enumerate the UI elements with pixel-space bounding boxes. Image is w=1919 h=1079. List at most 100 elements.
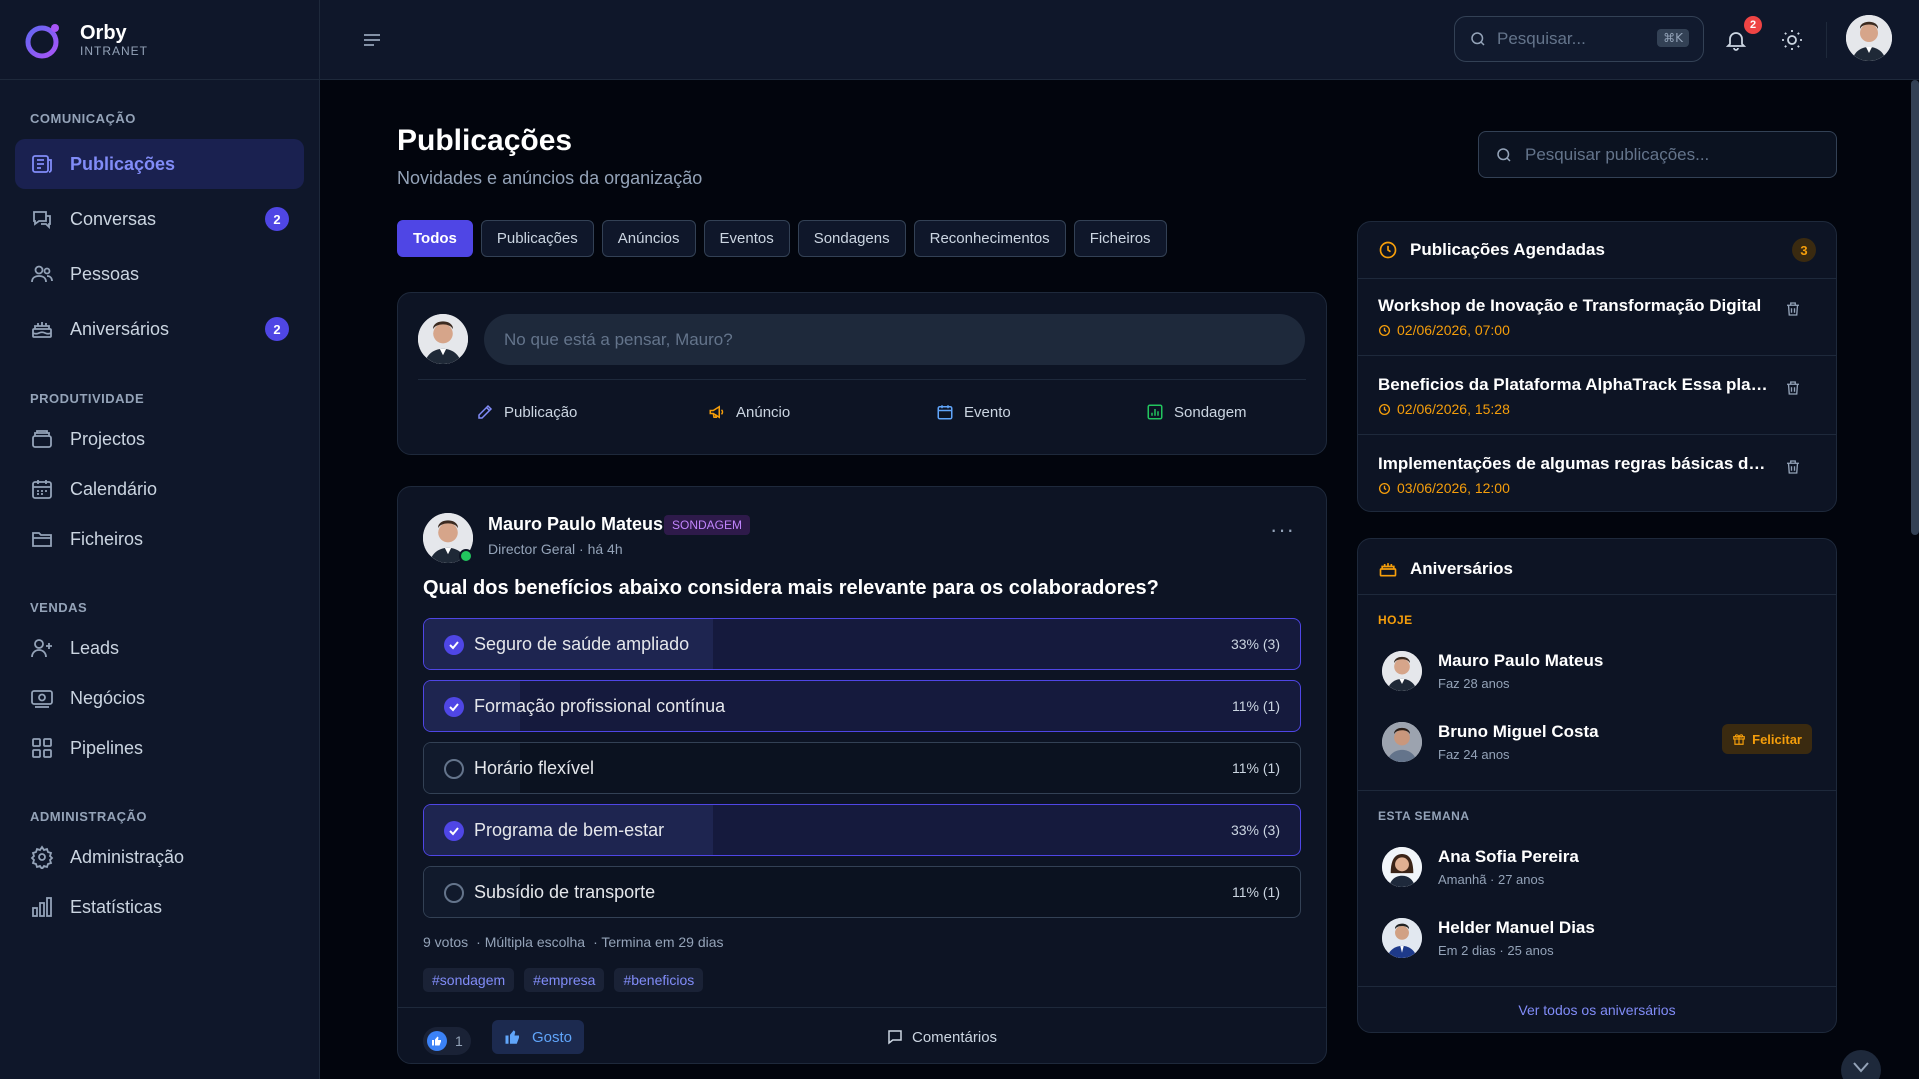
comments-button[interactable]: Comentários xyxy=(886,1028,997,1046)
poll-option[interactable]: Programa de bem-estar 33% (3) xyxy=(423,804,1301,856)
nav-section-produtividade: PRODUTIVIDADE xyxy=(30,391,145,406)
scheduled-item[interactable]: Implementações de algumas regras básicas… xyxy=(1378,454,1818,496)
person-meta: Faz 28 anos xyxy=(1438,676,1510,691)
hashtag[interactable]: #empresa xyxy=(524,968,605,992)
compose-publicacao-button[interactable]: Publicação xyxy=(476,403,577,421)
search-shortcut: ⌘K xyxy=(1657,29,1689,47)
hashtag[interactable]: #sondagem xyxy=(423,968,515,992)
sidebar-item-label: Publicações xyxy=(70,153,176,174)
comment-icon xyxy=(886,1028,904,1046)
avatar xyxy=(1382,651,1422,691)
check-icon xyxy=(444,697,464,717)
brand-subtitle: INTRANET xyxy=(80,43,148,58)
tab-publicacoes[interactable]: Publicações xyxy=(480,220,594,257)
sidebar-item-calendario[interactable]: Calendário xyxy=(15,464,304,514)
compose-evento-label: Evento xyxy=(964,403,1011,421)
birthday-person[interactable]: Helder Manuel Dias Em 2 dias · 25 anos xyxy=(1382,918,1812,962)
divider xyxy=(1358,986,1836,987)
post-author-name[interactable]: Mauro Paulo Mateus xyxy=(488,514,663,535)
birthday-person[interactable]: Bruno Miguel Costa Faz 24 anos Felicitar xyxy=(1382,722,1812,766)
users-icon xyxy=(30,262,54,286)
scheduled-item-date-text: 02/06/2026, 07:00 xyxy=(1397,322,1510,338)
tab-reconhecimentos[interactable]: Reconhecimentos xyxy=(913,220,1066,257)
scheduled-item[interactable]: Beneficios da Plataforma AlphaTrack Essa… xyxy=(1378,375,1818,417)
compose-anuncio-label: Anúncio xyxy=(736,403,791,421)
global-search-input[interactable] xyxy=(1497,29,1647,49)
poll-icon xyxy=(1146,403,1164,421)
sidebar-item-label: Conversas xyxy=(70,208,157,229)
hashtag[interactable]: #beneficios xyxy=(614,968,704,992)
chevron-down-icon[interactable] xyxy=(1841,1050,1881,1079)
compose-anuncio-button[interactable]: Anúncio xyxy=(708,403,790,421)
like-button[interactable]: Gosto xyxy=(492,1020,585,1054)
tab-sondagens[interactable]: Sondagens xyxy=(797,220,906,257)
birthdays-week-label: ESTA SEMANA xyxy=(1378,809,1470,823)
sidebar-item-label: Pipelines xyxy=(70,737,144,758)
sidebar-item-label: Administração xyxy=(70,846,185,867)
birthday-person[interactable]: Mauro Paulo Mateus Faz 28 anos xyxy=(1382,651,1812,695)
divider xyxy=(1358,434,1836,435)
thumbs-up-icon xyxy=(504,1028,522,1046)
see-all-birthdays-link[interactable]: Ver todos os aniversários xyxy=(1358,1002,1836,1018)
post-author-avatar[interactable] xyxy=(423,513,473,563)
person-name: Helder Manuel Dias xyxy=(1438,918,1595,937)
sidebar-item-administracao[interactable]: Administração xyxy=(15,832,304,882)
poll-option[interactable]: Horário flexível 11% (1) xyxy=(423,742,1301,794)
poll-option[interactable]: Formação profissional contínua 11% (1) xyxy=(423,680,1301,732)
check-icon xyxy=(444,821,464,841)
poll-votes: 9 votos xyxy=(423,934,469,950)
poll-option-result: 33% (3) xyxy=(1230,636,1280,652)
thumbs-up-icon xyxy=(427,1031,447,1051)
page-scrollbar[interactable] xyxy=(1911,80,1919,535)
sidebar-item-label: Negócios xyxy=(70,687,146,708)
sun-icon[interactable] xyxy=(1780,28,1804,52)
reaction-summary[interactable]: 1 xyxy=(423,1027,471,1055)
trash-icon[interactable] xyxy=(1784,300,1802,318)
sidebar-item-negocios[interactable]: Negócios xyxy=(15,673,304,723)
publications-search[interactable] xyxy=(1478,131,1837,178)
compose-sondagem-button[interactable]: Sondagem xyxy=(1146,403,1247,421)
more-options-icon[interactable]: ··· xyxy=(1270,517,1295,543)
brand[interactable]: Orby INTRANET xyxy=(0,0,319,80)
tab-ficheiros[interactable]: Ficheiros xyxy=(1073,220,1167,257)
birthday-person[interactable]: Ana Sofia Pereira Amanhã · 27 anos xyxy=(1382,847,1812,891)
person-meta: Em 2 dias · 25 anos xyxy=(1438,943,1554,958)
sidebar-item-label: Projectos xyxy=(70,428,146,449)
poll-meta: 9 votos · Múltipla escolha · Termina em … xyxy=(423,934,724,950)
poll-option[interactable]: Subsídio de transporte 11% (1) xyxy=(423,866,1301,918)
compose-evento-button[interactable]: Evento xyxy=(936,403,1011,421)
tab-anuncios[interactable]: Anúncios xyxy=(601,220,696,257)
sidebar-item-aniversarios[interactable]: Aniversários 2 xyxy=(15,304,304,354)
user-avatar[interactable] xyxy=(1846,15,1892,61)
sidebar-item-projectos[interactable]: Projectos xyxy=(15,414,304,464)
sidebar-item-label: Calendário xyxy=(70,478,158,499)
felicitar-button[interactable]: Felicitar xyxy=(1722,724,1812,754)
sidebar-item-leads[interactable]: Leads xyxy=(15,623,304,673)
poll-option-result: 11% (1) xyxy=(1232,698,1280,714)
poll-option[interactable]: Seguro de saúde ampliado 33% (3) xyxy=(423,618,1301,670)
comments-label: Comentários xyxy=(912,1028,998,1046)
scheduled-item-date-text: 02/06/2026, 15:28 xyxy=(1397,401,1510,417)
bell-icon[interactable] xyxy=(1724,28,1748,52)
composer-divider xyxy=(418,379,1306,380)
publications-search-input[interactable] xyxy=(1525,144,1805,165)
divider xyxy=(1358,278,1836,279)
divider xyxy=(1358,594,1836,595)
search-icon xyxy=(1469,30,1487,48)
sidebar-item-pipelines[interactable]: Pipelines xyxy=(15,723,304,773)
global-search[interactable]: ⌘K xyxy=(1454,16,1704,62)
menu-toggle-icon[interactable] xyxy=(360,28,384,52)
composer-input[interactable]: No que está a pensar, Mauro? xyxy=(484,314,1305,365)
trash-icon[interactable] xyxy=(1784,379,1802,397)
tab-todos[interactable]: Todos xyxy=(397,220,473,257)
tab-eventos[interactable]: Eventos xyxy=(703,220,790,257)
scheduled-item[interactable]: Workshop de Inovação e Transformação Dig… xyxy=(1378,296,1818,338)
folder-stack-icon xyxy=(30,427,54,451)
sidebar-item-ficheiros[interactable]: Ficheiros xyxy=(15,514,304,564)
trash-icon[interactable] xyxy=(1784,458,1802,476)
sidebar-item-publicacoes[interactable]: Publicações xyxy=(15,139,304,189)
sidebar-item-pessoas[interactable]: Pessoas xyxy=(15,249,304,299)
post-divider xyxy=(398,1007,1326,1008)
sidebar-item-conversas[interactable]: Conversas 2 xyxy=(15,194,304,244)
sidebar-item-estatisticas[interactable]: Estatísticas xyxy=(15,882,304,932)
